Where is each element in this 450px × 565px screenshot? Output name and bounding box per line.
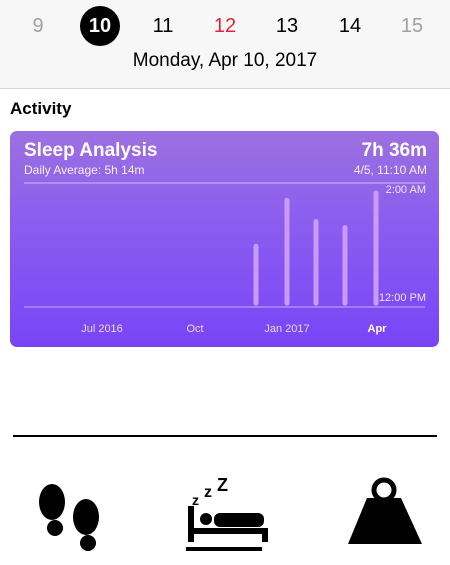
day-15[interactable]: 15 (392, 6, 432, 46)
sleep-bar (373, 190, 379, 306)
x-tick-label: Oct (186, 323, 203, 335)
day-14[interactable]: 14 (330, 6, 370, 46)
weight-icon (348, 477, 422, 544)
selected-tab-indicator (186, 547, 262, 551)
y-tick-label: 2:00 AM (386, 184, 426, 196)
section-title-activity: Activity (10, 99, 72, 118)
date-header: 9 10 11 12 13 14 15 Monday, Apr 10, 2017 (0, 0, 450, 89)
card-title: Sleep Analysis (24, 140, 158, 161)
footprints-icon (39, 484, 99, 551)
selected-date-title: Monday, Apr 10, 2017 (132, 50, 318, 71)
day-13[interactable]: 13 (267, 6, 307, 46)
sleep-bed-icon: z z Z (188, 475, 268, 542)
x-tick-label: Apr (368, 323, 388, 335)
svg-text:z: z (192, 492, 199, 508)
sleep-bar (313, 218, 319, 306)
day-12-today[interactable]: 12 (205, 6, 245, 46)
svg-text:Z: Z (217, 475, 228, 495)
latest-sleep-value: 7h 36m (361, 140, 427, 161)
day-9[interactable]: 9 (18, 6, 58, 46)
latest-sleep-timestamp: 4/5, 11:10 AM (353, 163, 427, 177)
activity-tab[interactable] (22, 472, 132, 560)
x-tick-label: Jul 2016 (81, 323, 123, 335)
sleep-bar (342, 225, 348, 306)
svg-text:z: z (204, 484, 212, 501)
day-11[interactable]: 11 (143, 6, 183, 46)
tab-divider (13, 435, 437, 437)
sleep-analysis-card[interactable]: 2:00 AM 12:00 PM Jul 2016 Oct Jan 2017 Apr S… (10, 131, 439, 347)
weight-tab[interactable] (332, 472, 442, 560)
day-10-selected[interactable]: 10 (80, 6, 120, 46)
x-tick-label: Jan 2017 (264, 323, 309, 335)
y-tick-label: 12:00 PM (379, 292, 426, 304)
daily-average: Daily Average: 5h 14m (24, 163, 145, 177)
sleep-bar (284, 197, 290, 306)
sleep-bar (253, 243, 259, 306)
